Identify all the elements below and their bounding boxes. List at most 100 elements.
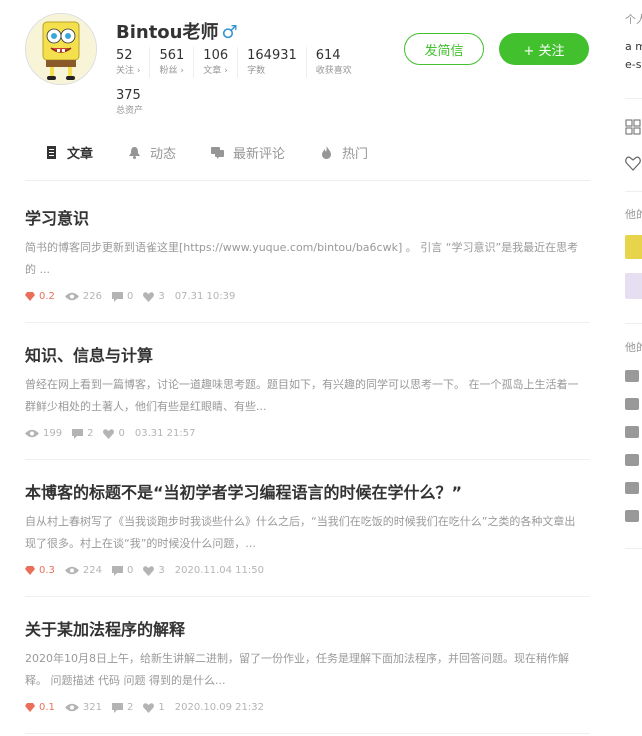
comment-count[interactable]: 0	[112, 291, 133, 302]
article-abstract: 自从村上春树写了《当我谈跑步时我谈些什么》什么之后，“当我们在吃饭的时候我们在吃…	[25, 515, 576, 550]
stat-num: 164931	[247, 48, 297, 63]
article-meta: 0.2 226 0 3 07.31 10:39	[25, 291, 590, 302]
diamond-icon	[25, 703, 35, 712]
stat-articles[interactable]: 106 文章 ›	[203, 47, 239, 78]
heart-icon	[143, 565, 155, 576]
article-time: 07.31 10:39	[174, 291, 236, 302]
notebook-icon[interactable]	[625, 454, 639, 466]
tab-latest-comments[interactable]: 最新评论	[211, 125, 285, 180]
comment-icon	[112, 565, 123, 576]
comment-value: 0	[127, 565, 134, 576]
article-meta: 0.3 224 0 3 2020.11.04 11:50	[25, 565, 590, 576]
notebook-icon[interactable]	[625, 482, 639, 494]
article-item[interactable]: 学习意识 简书的博客同步更新到语雀这里[https://www.yuque.co…	[25, 181, 590, 323]
main-column: Bintou老师 ♂ 52 关注 › 561 粉丝 › 106 文章 › 1649…	[25, 0, 590, 734]
view-count: 199	[25, 428, 62, 439]
like-count: 3	[143, 565, 165, 576]
heart-outline-icon[interactable]	[625, 156, 641, 171]
article-icon	[47, 146, 56, 159]
tab-label: 动态	[150, 147, 177, 162]
comment-count[interactable]: 2	[112, 702, 133, 713]
comment-count[interactable]: 0	[112, 565, 133, 576]
stat-label: 文章 ›	[203, 66, 228, 76]
follow-button[interactable]: + 关注	[499, 33, 589, 65]
view-value: 199	[43, 428, 63, 439]
stat-likes-received: 614 收获喜欢	[316, 47, 361, 78]
notebook-icon[interactable]	[625, 426, 639, 438]
comment-icon	[112, 702, 123, 713]
send-message-button[interactable]: 发简信	[404, 33, 484, 65]
article-title[interactable]: 本博客的标题不是“当初学者学习编程语言的时候在学什么？”	[25, 482, 590, 504]
article-item[interactable]: 关于某加法程序的解释 2020年10月8日上午，给新生讲解二进制，留了一份作业，…	[25, 597, 590, 734]
comment-value: 2	[87, 428, 94, 439]
diamond-count: 0.1	[25, 702, 55, 713]
divider	[625, 191, 642, 192]
divider	[625, 98, 642, 99]
article-title[interactable]: 关于某加法程序的解释	[25, 619, 590, 641]
tab-label: 最新评论	[233, 147, 286, 162]
comment-value: 0	[127, 291, 134, 302]
avatar[interactable]	[25, 13, 97, 85]
article-abstract: 曾经在网上看到一篇博客，讨论一道趣味思考题。题目如下，有兴趣的同学可以思考一下。…	[25, 378, 579, 413]
view-count: 321	[64, 702, 102, 713]
collection-icon[interactable]	[625, 119, 641, 135]
like-value: 0	[118, 428, 125, 439]
tab-label: 文章	[67, 147, 94, 162]
notebook-icon[interactable]	[625, 398, 639, 410]
user-name[interactable]: Bintou老师 ♂	[116, 18, 238, 44]
collection-thumbnail[interactable]	[625, 235, 642, 259]
like-count: 1	[143, 702, 165, 713]
stat-num: 106	[203, 48, 229, 63]
intro-text: e-s	[625, 58, 642, 71]
eye-icon	[64, 566, 79, 575]
stat-following[interactable]: 52 关注 ›	[116, 47, 151, 78]
article-meta: 199 2 0 03.31 21:57	[25, 428, 590, 439]
article-item[interactable]: 本博客的标题不是“当初学者学习编程语言的时候在学什么？” 自从村上春树写了《当我…	[25, 460, 590, 597]
tab-articles[interactable]: 文章	[45, 125, 93, 180]
article-title[interactable]: 知识、信息与计算	[25, 345, 590, 367]
tab-hot[interactable]: 热门	[320, 125, 368, 180]
stat-followers[interactable]: 561 粉丝 ›	[159, 47, 195, 78]
eye-icon	[25, 429, 39, 438]
stat-num: 614	[315, 48, 341, 63]
article-item[interactable]: 知识、信息与计算 曾经在网上看到一篇博客，讨论一道趣味思考题。题目如下，有兴趣的…	[25, 323, 590, 460]
view-count: 224	[64, 565, 102, 576]
article-time: 2020.11.04 11:50	[174, 565, 265, 576]
stats-row: 52 关注 › 561 粉丝 › 106 文章 › 164931 字数 614 …	[116, 47, 370, 78]
stat-label: 收获喜欢	[315, 66, 352, 76]
tab-activity[interactable]: 动态	[128, 125, 176, 180]
section-label: 他的	[625, 341, 642, 354]
stat-words: 164931 字数	[247, 47, 307, 78]
user-name-text[interactable]: Bintou老师	[116, 22, 219, 43]
stat-num: 375	[116, 88, 141, 103]
like-count: 0	[103, 428, 125, 439]
collection-thumbnail[interactable]	[625, 273, 642, 299]
like-count: 3	[143, 291, 165, 302]
comment-icon	[112, 291, 123, 302]
eye-icon	[64, 703, 79, 712]
comment-icon	[72, 428, 84, 439]
view-value: 321	[82, 702, 102, 713]
eye-icon	[64, 292, 79, 301]
divider	[625, 323, 642, 324]
comment-icon	[211, 147, 225, 159]
comment-count[interactable]: 2	[72, 428, 93, 439]
stat-label: 总资产	[116, 106, 144, 116]
notebook-icon[interactable]	[625, 370, 639, 382]
diamond-icon	[25, 292, 35, 301]
stat-label: 关注 ›	[116, 66, 141, 76]
diamond-value: 0.2	[39, 291, 55, 302]
bell-icon	[129, 147, 141, 159]
article-abstract: 简书的博客同步更新到语雀这里[https://www.yuque.com/bin…	[25, 241, 579, 276]
article-time: 2020.10.09 21:32	[174, 702, 265, 713]
diamond-count: 0.2	[25, 291, 55, 302]
diamond-value: 0.3	[39, 565, 55, 576]
intro-text: a m	[625, 40, 642, 53]
heart-icon	[143, 291, 155, 302]
profile-header: Bintou老师 ♂ 52 关注 › 561 粉丝 › 106 文章 › 1649…	[25, 0, 590, 125]
stat-label: 字数	[247, 66, 266, 76]
like-value: 3	[158, 565, 165, 576]
article-abstract: 2020年10月8日上午，给新生讲解二进制，留了一份作业，任务是理解下面加法程序…	[25, 652, 569, 687]
notebook-icon[interactable]	[625, 510, 639, 522]
article-title[interactable]: 学习意识	[25, 208, 590, 230]
